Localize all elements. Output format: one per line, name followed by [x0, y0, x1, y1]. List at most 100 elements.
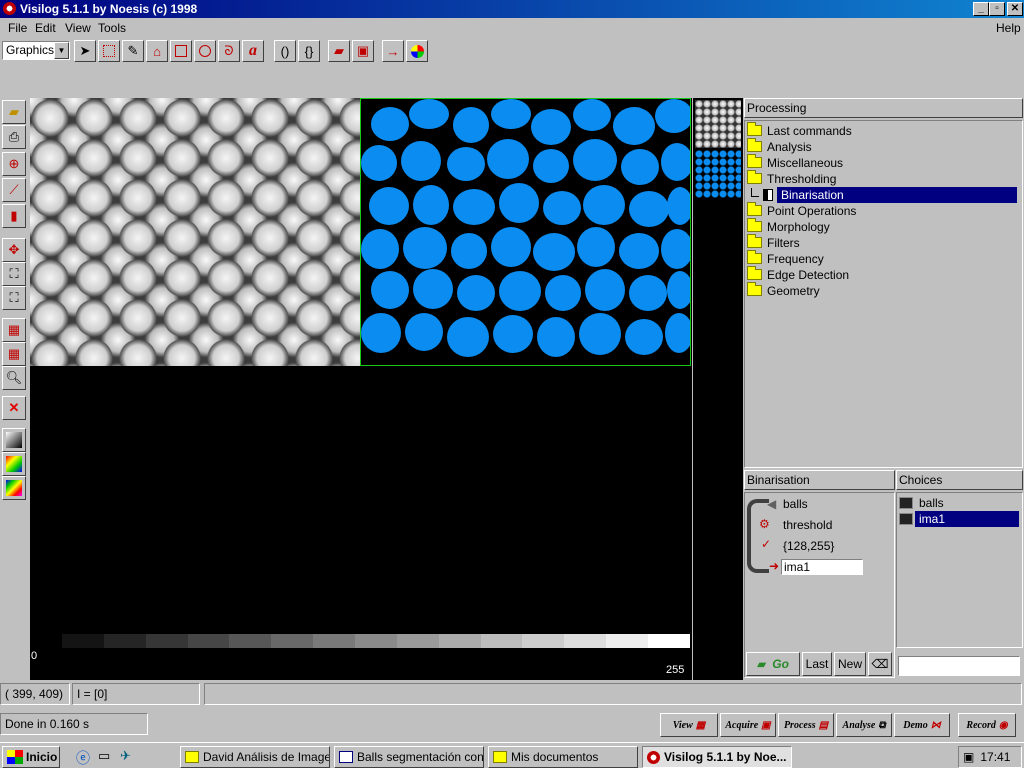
task-item[interactable]: Balls segmentación con ... — [334, 746, 484, 768]
tree-item-selected[interactable]: Binarisation — [751, 187, 1024, 203]
task-label: David Análisis de Imagen — [203, 750, 330, 764]
binarised-particle — [579, 313, 621, 355]
menu-edit[interactable]: Edit — [35, 21, 56, 35]
binarised-particle — [629, 191, 669, 227]
start-button[interactable]: Inicio — [2, 746, 60, 768]
folder-icon — [747, 138, 762, 152]
folder-icon — [493, 751, 507, 763]
brace-icon[interactable]: {} — [298, 40, 320, 62]
open-file-icon[interactable]: ▰ — [328, 40, 350, 62]
process-button[interactable]: Process ▤ — [778, 713, 834, 737]
polygon-icon[interactable]: ⌂ — [146, 40, 168, 62]
crosshair-icon[interactable]: ⊕ — [2, 152, 26, 176]
thumbnail-strip — [693, 98, 743, 680]
binarised-image[interactable] — [360, 98, 691, 366]
param-range[interactable]: {128,255} — [783, 539, 834, 553]
choice-item-selected[interactable]: ima1 — [899, 511, 1021, 527]
app-icon[interactable] — [3, 2, 16, 15]
histogram-icon[interactable]: ▮ — [2, 204, 26, 228]
tree-item-label: Morphology — [767, 220, 830, 234]
binarised-particle — [537, 317, 575, 357]
tree-item[interactable]: Geometry — [747, 282, 820, 299]
gray-scale-step — [396, 634, 439, 648]
tree-item[interactable]: Point Operations — [747, 202, 856, 219]
param-mode[interactable]: threshold — [783, 518, 832, 532]
menu-view[interactable]: View — [65, 21, 91, 35]
task-item[interactable]: Mis documentos — [488, 746, 638, 768]
last-button[interactable]: Last — [802, 652, 832, 676]
print-icon[interactable]: ⎙ — [2, 125, 26, 149]
rainbow-palette-icon[interactable] — [2, 476, 26, 500]
go-button[interactable]: ▰ Go — [746, 652, 800, 676]
binarised-particle — [533, 149, 569, 183]
close-button[interactable]: ✕ — [1007, 2, 1023, 16]
gray-scale-step — [103, 634, 146, 648]
record-button[interactable]: Record ◉ — [958, 713, 1016, 737]
analyse-button[interactable]: Analyse ⧉ — [836, 713, 892, 737]
ellipse-icon[interactable] — [194, 40, 216, 62]
profile-icon[interactable]: ⟋ — [2, 178, 26, 202]
open-icon[interactable]: ▰ — [2, 100, 26, 124]
zoom-box-icon[interactable]: ⛶ — [2, 286, 26, 310]
balls-image[interactable] — [30, 98, 360, 366]
menu-tools[interactable]: Tools — [98, 21, 126, 35]
tree-item[interactable]: Edge Detection — [747, 266, 849, 283]
grid-icon[interactable]: ▦ — [2, 318, 26, 342]
move-icon[interactable]: ✥ — [2, 238, 26, 262]
magnify-icon[interactable]: 🔍︎ — [2, 366, 26, 390]
new-button[interactable]: New — [834, 652, 866, 676]
binarised-particle — [451, 233, 487, 269]
tree-item[interactable]: Frequency — [747, 250, 824, 267]
maximize-button[interactable]: ▫ — [989, 2, 1005, 16]
grid-add-icon[interactable]: ▦ — [2, 342, 26, 366]
mode-select[interactable]: Graphics ▼ — [2, 41, 70, 60]
tree-item[interactable]: Miscellaneous — [747, 154, 843, 171]
view-button[interactable]: View ▦ — [660, 713, 718, 737]
rect-select-icon[interactable] — [98, 40, 120, 62]
color-palette-icon[interactable] — [2, 452, 26, 476]
scale-max-label: 255 — [666, 664, 685, 676]
menu-help[interactable]: Help — [996, 21, 1021, 35]
pointer-icon[interactable]: ➤ — [74, 40, 96, 62]
save-icon[interactable]: ▣ — [352, 40, 374, 62]
tree-item[interactable]: Thresholding — [747, 170, 836, 187]
scale-min-label: 0 — [31, 650, 38, 662]
menu-file[interactable]: File — [8, 21, 27, 35]
minimize-button[interactable]: _ — [973, 2, 989, 16]
bracket-icon[interactable]: () — [274, 40, 296, 62]
pencil-icon[interactable]: ✎ — [122, 40, 144, 62]
param-input[interactable]: balls — [783, 497, 808, 511]
choice-item[interactable]: balls — [899, 495, 944, 511]
desktop-icon[interactable]: ▭ — [98, 748, 110, 764]
demo-button[interactable]: Demo ⋈ — [894, 713, 950, 737]
tree-item-label: Frequency — [767, 252, 824, 266]
binarised-particle — [369, 187, 409, 225]
tree-item[interactable]: Filters — [747, 234, 800, 251]
command-input[interactable] — [898, 656, 1020, 676]
tree-item[interactable]: Last commands — [747, 122, 852, 139]
text-icon[interactable]: a — [242, 40, 264, 62]
zoom-fit-icon[interactable]: ⛶ — [2, 262, 26, 286]
demo-label: Demo — [903, 719, 928, 731]
thumbnail-balls[interactable] — [695, 100, 741, 148]
scheduler-icon[interactable]: ▣ — [963, 750, 974, 764]
thumbnail-ima1[interactable] — [695, 150, 741, 198]
freehand-icon[interactable]: ᘐ — [218, 40, 240, 62]
color-wheel-icon[interactable] — [406, 40, 428, 62]
rectangle-icon[interactable] — [170, 40, 192, 62]
tree-item[interactable]: Analysis — [747, 138, 812, 155]
acquire-button[interactable]: Acquire ▣ — [720, 713, 776, 737]
folder-icon — [185, 751, 199, 763]
gray-palette-icon[interactable] — [2, 428, 26, 452]
chevron-down-icon[interactable]: ▼ — [54, 42, 69, 59]
channels-icon[interactable]: ✈ — [120, 748, 131, 764]
arrow-in-icon[interactable]: → — [382, 40, 404, 62]
delete-icon[interactable]: ✕ — [2, 396, 26, 420]
task-item-active[interactable]: Visilog 5.1.1 by Noe... — [642, 746, 792, 768]
ie-icon[interactable]: ⓔ — [76, 748, 90, 768]
task-item[interactable]: David Análisis de Imagen — [180, 746, 330, 768]
output-field[interactable]: ima1 — [781, 559, 863, 575]
tree-item[interactable]: Morphology — [747, 218, 830, 235]
status-bar: ( 399, 409) I = [0] — [0, 683, 1024, 707]
clear-icon[interactable]: ⌫ — [868, 652, 892, 676]
